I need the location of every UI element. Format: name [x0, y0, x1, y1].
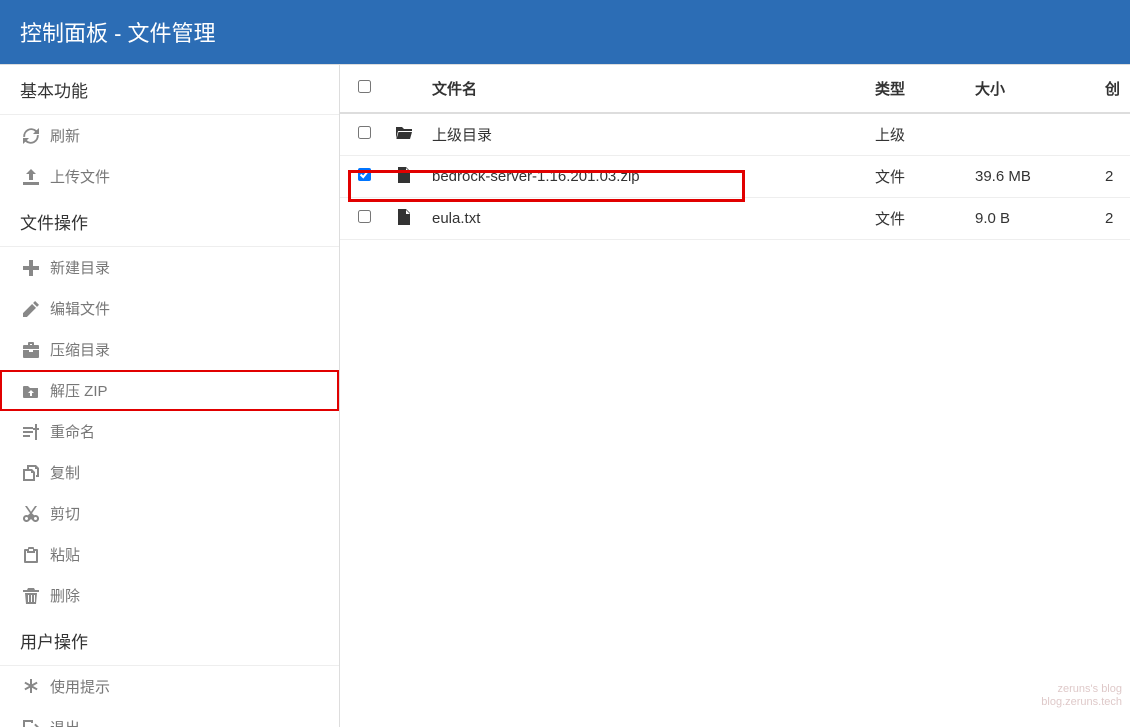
sidebar-item-upload[interactable]: 上传文件: [0, 156, 339, 197]
main-layout: 基本功能 刷新 上传文件 文件操作 新建目录 编辑文件: [0, 65, 1130, 727]
header-icon-cell: [386, 65, 422, 113]
file-type: 文件: [865, 198, 965, 240]
sidebar-section-title-fileops: 文件操作: [0, 197, 339, 247]
sidebar-item-tips[interactable]: 使用提示: [0, 666, 339, 707]
select-all-checkbox[interactable]: [358, 80, 371, 93]
file-size: 39.6 MB: [965, 156, 1095, 198]
copy-icon: [22, 464, 40, 482]
refresh-icon: [22, 127, 40, 145]
file-size: 9.0 B: [965, 198, 1095, 240]
sidebar-item-label: 删除: [50, 585, 80, 606]
page-title: 控制面板 - 文件管理: [20, 21, 216, 46]
sidebar-item-compress[interactable]: 压缩目录: [0, 329, 339, 370]
sidebar-item-extract-zip[interactable]: 解压 ZIP: [0, 370, 339, 411]
paste-icon: [22, 546, 40, 564]
extract-icon: [22, 382, 40, 400]
asterisk-icon: [22, 678, 40, 696]
header-size[interactable]: 大小: [965, 65, 1095, 113]
sidebar-item-label: 压缩目录: [50, 339, 110, 360]
row-checkbox[interactable]: [358, 126, 371, 139]
main-panel: 文件名 类型 大小 创 上级目录 上级: [340, 65, 1130, 727]
sidebar-section-title-basic: 基本功能: [0, 65, 339, 115]
sidebar-item-label: 使用提示: [50, 676, 110, 697]
header-name[interactable]: 文件名: [422, 65, 865, 113]
pencil-icon: [22, 300, 40, 318]
sidebar-item-cut[interactable]: 剪切: [0, 493, 339, 534]
sidebar-section-title-userops: 用户操作: [0, 616, 339, 666]
file-icon: [396, 167, 412, 183]
watermark-line1: zeruns's blog: [1041, 683, 1122, 696]
rename-icon: [22, 423, 40, 441]
sidebar-item-paste[interactable]: 粘贴: [0, 534, 339, 575]
sidebar-item-label: 剪切: [50, 503, 80, 524]
sidebar-item-refresh[interactable]: 刷新: [0, 115, 339, 156]
sidebar-item-copy[interactable]: 复制: [0, 452, 339, 493]
sidebar-item-delete[interactable]: 删除: [0, 575, 339, 616]
sidebar-item-label: 编辑文件: [50, 298, 110, 319]
watermark-line2: blog.zeruns.tech: [1041, 696, 1122, 709]
file-date: [1095, 113, 1130, 156]
file-name: 上级目录: [422, 113, 865, 156]
header-checkbox-cell: [340, 65, 386, 113]
table-row[interactable]: bedrock-server-1.16.201.03.zip 文件 39.6 M…: [340, 156, 1130, 198]
file-name: bedrock-server-1.16.201.03.zip: [422, 156, 865, 198]
sidebar-item-exit[interactable]: 退出: [0, 707, 339, 727]
file-name: eula.txt: [422, 198, 865, 240]
file-type: 上级: [865, 113, 965, 156]
folder-open-icon: [396, 125, 412, 141]
file-size: [965, 113, 1095, 156]
sidebar-item-label: 退出: [50, 717, 80, 727]
cut-icon: [22, 505, 40, 523]
sidebar-item-edit-file[interactable]: 编辑文件: [0, 288, 339, 329]
briefcase-icon: [22, 341, 40, 359]
sidebar-item-label: 新建目录: [50, 257, 110, 278]
file-date: 2: [1095, 156, 1130, 198]
sidebar-item-label: 解压 ZIP: [50, 380, 108, 401]
file-icon: [396, 209, 412, 225]
sidebar-item-rename[interactable]: 重命名: [0, 411, 339, 452]
file-type: 文件: [865, 156, 965, 198]
header-date[interactable]: 创: [1095, 65, 1130, 113]
sidebar-item-label: 重命名: [50, 421, 95, 442]
sidebar-item-label: 刷新: [50, 125, 80, 146]
watermark: zeruns's blog blog.zeruns.tech: [1041, 683, 1122, 709]
sidebar-item-label: 粘贴: [50, 544, 80, 565]
table-row[interactable]: 上级目录 上级: [340, 113, 1130, 156]
sidebar: 基本功能 刷新 上传文件 文件操作 新建目录 编辑文件: [0, 65, 340, 727]
page-header: 控制面板 - 文件管理: [0, 0, 1130, 65]
file-table: 文件名 类型 大小 创 上级目录 上级: [340, 65, 1130, 240]
trash-icon: [22, 587, 40, 605]
header-type[interactable]: 类型: [865, 65, 965, 113]
sidebar-item-label: 复制: [50, 462, 80, 483]
row-checkbox[interactable]: [358, 168, 371, 181]
plus-icon: [22, 259, 40, 277]
table-row[interactable]: eula.txt 文件 9.0 B 2: [340, 198, 1130, 240]
sidebar-item-new-folder[interactable]: 新建目录: [0, 247, 339, 288]
exit-icon: [22, 719, 40, 727]
sidebar-item-label: 上传文件: [50, 166, 110, 187]
file-date: 2: [1095, 198, 1130, 240]
row-checkbox[interactable]: [358, 210, 371, 223]
upload-icon: [22, 168, 40, 186]
